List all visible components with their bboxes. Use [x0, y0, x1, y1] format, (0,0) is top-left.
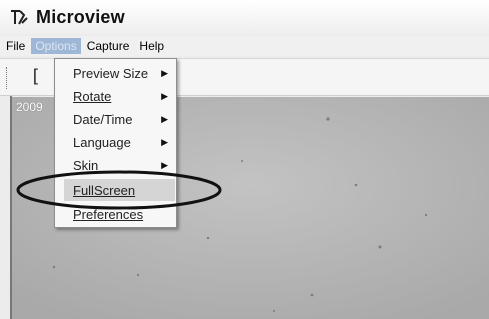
menu-item-language[interactable]: Language ▶: [55, 131, 176, 153]
menu-item-preferences[interactable]: Preferences: [55, 203, 176, 225]
menu-item-label: Skin: [73, 157, 99, 173]
menu-item-label: Rotate: [73, 88, 112, 104]
options-menu: Preview Size ▶ Rotate ▶ Date/Time ▶ Lang…: [54, 58, 177, 228]
menu-item-label: FullScreen: [73, 182, 136, 198]
submenu-arrow-icon: ▶: [161, 136, 168, 147]
preview-timestamp: 2009: [16, 100, 43, 114]
submenu-arrow-icon: ▶: [161, 90, 168, 101]
app-window: Microview File Options Capture Help [20…: [0, 0, 489, 319]
menu-help[interactable]: Help: [135, 38, 168, 54]
toolbar-grip[interactable]: [6, 67, 9, 89]
submenu-arrow-icon: ▶: [161, 159, 168, 170]
menu-item-label: Language: [73, 134, 131, 150]
window-title: Microview: [36, 6, 125, 27]
menu-item-fullscreen[interactable]: FullScreen: [64, 179, 175, 201]
menu-item-label: Date/Time: [73, 111, 133, 127]
menu-item-skin[interactable]: Skin ▶: [55, 154, 176, 176]
menu-item-label: Preview Size: [73, 65, 149, 81]
submenu-arrow-icon: ▶: [161, 67, 168, 78]
menu-item-preview-size[interactable]: Preview Size ▶: [55, 62, 176, 84]
menu-options[interactable]: Options: [31, 38, 81, 54]
title-bar: Microview: [0, 0, 489, 34]
toolbar-button-icon[interactable]: [: [30, 65, 50, 89]
menu-item-date-time[interactable]: Date/Time ▶: [55, 108, 176, 130]
menu-capture[interactable]: Capture: [83, 38, 134, 54]
menu-bar: File Options Capture Help: [0, 36, 489, 56]
menu-file[interactable]: File: [2, 38, 29, 54]
submenu-arrow-icon: ▶: [161, 113, 168, 124]
menu-item-label: Preferences: [73, 206, 144, 222]
menu-item-rotate[interactable]: Rotate ▶: [55, 85, 176, 107]
microview-app-icon: [11, 10, 28, 25]
